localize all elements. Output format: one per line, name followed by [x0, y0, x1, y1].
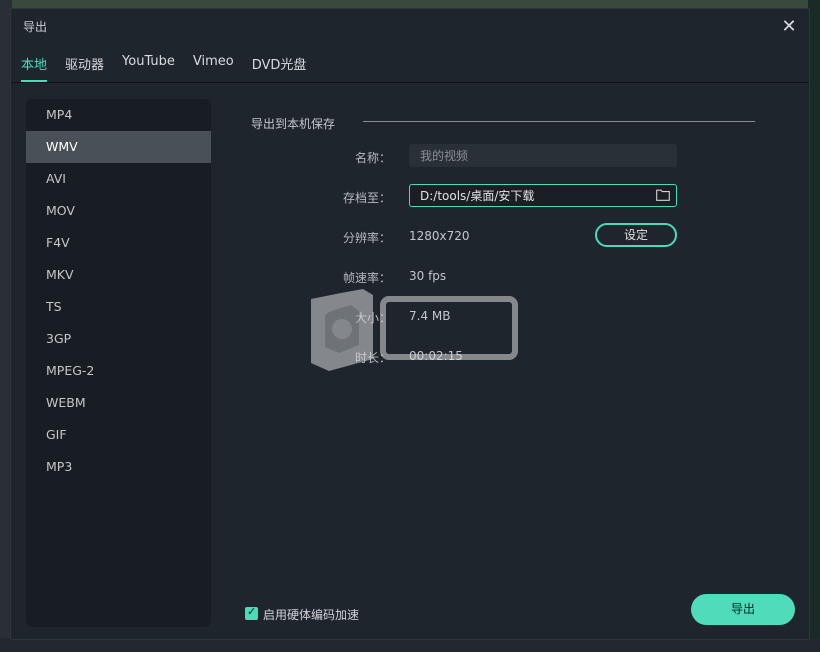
export-button[interactable]: 导出 — [691, 594, 795, 625]
resolution-set-button[interactable]: 设定 — [595, 223, 677, 247]
background-app-bottom — [0, 638, 820, 652]
framerate-label: 帧速率： — [342, 271, 391, 285]
format-list: MP4 WMV AVI MOV F4V MKV TS 3GP MPEG-2 WE… — [26, 99, 211, 627]
tab-bar: 本地 驱动器 YouTube Vimeo DVD光盘 — [21, 54, 324, 82]
tab-youtube[interactable]: YouTube — [122, 54, 175, 82]
tab-divider — [11, 82, 809, 83]
format-item-mp3[interactable]: MP3 — [26, 451, 211, 483]
hardware-encoding-checkbox[interactable]: ✓ — [245, 605, 258, 620]
export-dialog: 导出 ✕ 本地 驱动器 YouTube Vimeo DVD光盘 MP4 WMV … — [10, 8, 810, 640]
close-icon[interactable]: ✕ — [779, 17, 799, 37]
folder-icon[interactable] — [656, 189, 670, 201]
dialog-title: 导出 — [23, 20, 48, 34]
tab-vimeo[interactable]: Vimeo — [193, 54, 234, 82]
save-path-input[interactable]: D:/tools/桌面/安下载 — [409, 184, 677, 207]
resolution-label: 分辨率： — [342, 231, 391, 245]
resolution-value: 1280x720 — [409, 229, 470, 243]
name-label: 名称： — [354, 151, 391, 165]
format-item-f4v[interactable]: F4V — [26, 227, 211, 259]
format-item-ts[interactable]: TS — [26, 291, 211, 323]
name-input[interactable]: 我的视频 — [409, 144, 677, 167]
format-item-wmv[interactable]: WMV — [26, 131, 211, 163]
format-item-webm[interactable]: WEBM — [26, 387, 211, 419]
format-item-3gp[interactable]: 3GP — [26, 323, 211, 355]
format-item-mkv[interactable]: MKV — [26, 259, 211, 291]
watermark-logo — [311, 289, 518, 371]
format-item-avi[interactable]: AVI — [26, 163, 211, 195]
hardware-encoding-label: 启用硬体编码加速 — [263, 608, 360, 622]
tab-dvd[interactable]: DVD光盘 — [252, 54, 307, 82]
section-divider — [363, 121, 755, 122]
tab-local[interactable]: 本地 — [21, 54, 48, 82]
tab-drive[interactable]: 驱动器 — [65, 54, 104, 82]
format-item-mov[interactable]: MOV — [26, 195, 211, 227]
checkmark-icon: ✓ — [247, 605, 257, 618]
save-to-label: 存档至： — [342, 191, 391, 205]
framerate-value: 30 fps — [409, 269, 447, 283]
format-item-mpeg2[interactable]: MPEG-2 — [26, 355, 211, 387]
format-item-mp4[interactable]: MP4 — [26, 99, 211, 131]
save-path-value: D:/tools/桌面/安下载 — [420, 189, 535, 203]
section-title: 导出到本机保存 — [251, 117, 336, 131]
format-item-gif[interactable]: GIF — [26, 419, 211, 451]
